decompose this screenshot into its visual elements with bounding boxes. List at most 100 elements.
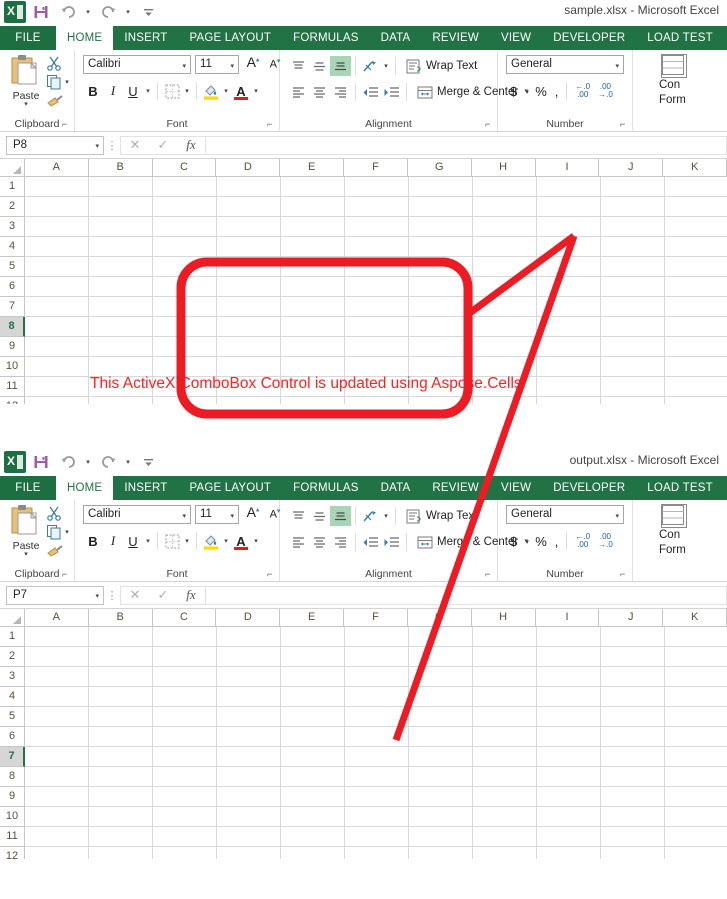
format-painter-button[interactable] [46, 541, 72, 560]
cell-C8[interactable] [153, 767, 217, 787]
formula-input[interactable] [205, 135, 727, 155]
cell-G8[interactable] [409, 767, 473, 787]
cell-B2[interactable] [89, 647, 153, 667]
cell-E11[interactable] [281, 827, 345, 847]
row-header-1[interactable]: 1 [0, 177, 25, 197]
column-header-g[interactable]: G [407, 159, 472, 177]
cell-K1[interactable] [665, 627, 727, 647]
tab-insert[interactable]: INSERT [113, 26, 178, 50]
cell-F6[interactable] [345, 277, 409, 297]
cell-F11[interactable] [345, 827, 409, 847]
cell-H12[interactable] [473, 847, 537, 859]
decrease-decimal-button[interactable]: .00 →.0 [594, 83, 617, 99]
cell-J11[interactable] [601, 377, 665, 397]
font-color-button[interactable]: A [231, 531, 251, 551]
column-header-g[interactable]: G [407, 609, 472, 627]
cell-A7[interactable] [25, 747, 89, 767]
cell-G8[interactable] [409, 317, 473, 337]
tab-page-layout[interactable]: PAGE LAYOUT [178, 26, 282, 50]
insert-function-icon[interactable]: fx [177, 587, 205, 603]
cell-H8[interactable] [473, 767, 537, 787]
formula-bar-handle[interactable]: ⋮ [104, 139, 120, 152]
cell-F2[interactable] [345, 647, 409, 667]
comma-style-button[interactable]: , [551, 81, 563, 101]
cell-J8[interactable] [601, 767, 665, 787]
tab-insert[interactable]: INSERT [113, 476, 178, 500]
cell-G3[interactable] [409, 217, 473, 237]
increase-indent-button[interactable] [381, 82, 402, 102]
italic-button[interactable]: I [103, 81, 123, 101]
cell-C10[interactable] [153, 807, 217, 827]
cell-I7[interactable] [537, 297, 601, 317]
tab-data[interactable]: DATA [370, 476, 422, 500]
cell-E7[interactable] [281, 297, 345, 317]
tab-data[interactable]: DATA [370, 26, 422, 50]
cell-D11[interactable] [217, 827, 281, 847]
row-header-7[interactable]: 7 [0, 747, 25, 767]
cell-G9[interactable] [409, 787, 473, 807]
currency-button[interactable]: $ [506, 81, 521, 101]
cell-D5[interactable] [217, 707, 281, 727]
cell-F8[interactable] [345, 317, 409, 337]
tab-formulas[interactable]: FORMULAS [282, 26, 370, 50]
font-size-caret-icon[interactable]: ▾ [230, 62, 234, 70]
font-color-dropdown-caret[interactable]: ▾ [251, 537, 261, 545]
cell-A3[interactable] [25, 667, 89, 687]
cell-C3[interactable] [153, 667, 217, 687]
cell-K9[interactable] [665, 337, 727, 357]
cell-G2[interactable] [409, 647, 473, 667]
cell-D9[interactable] [217, 787, 281, 807]
align-left-button[interactable] [288, 532, 309, 552]
cell-A12[interactable] [25, 847, 89, 859]
row-header-3[interactable]: 3 [0, 667, 25, 687]
cell-A5[interactable] [25, 257, 89, 277]
cell-H10[interactable] [473, 357, 537, 377]
cell-K3[interactable] [665, 217, 727, 237]
tab-load-test[interactable]: LOAD TEST [636, 26, 724, 50]
cell-C6[interactable] [153, 727, 217, 747]
cell-F6[interactable] [345, 727, 409, 747]
cell-B2[interactable] [89, 197, 153, 217]
row-header-8[interactable]: 8 [0, 767, 25, 787]
underline-dropdown-caret[interactable]: ▾ [143, 537, 153, 545]
column-header-k[interactable]: K [663, 609, 727, 627]
cell-F5[interactable] [345, 707, 409, 727]
comma-style-button[interactable]: , [551, 531, 563, 551]
cell-F4[interactable] [345, 687, 409, 707]
cut-button[interactable] [46, 53, 72, 72]
cell-H5[interactable] [473, 707, 537, 727]
tab-review[interactable]: REVIEW [421, 476, 490, 500]
copy-button[interactable]: ▾ [46, 522, 72, 541]
align-top-button[interactable] [288, 506, 309, 526]
cell-D3[interactable] [217, 217, 281, 237]
align-center-button[interactable] [309, 82, 330, 102]
font-name-input[interactable]: Calibri ▾ [83, 505, 191, 524]
cell-E8[interactable] [281, 317, 345, 337]
column-header-b[interactable]: B [88, 609, 153, 627]
cell-J3[interactable] [601, 217, 665, 237]
cell-H12[interactable] [473, 397, 537, 404]
cell-K4[interactable] [665, 237, 727, 257]
cell-A7[interactable] [25, 297, 89, 317]
cell-B8[interactable] [89, 317, 153, 337]
cell-A8[interactable] [25, 317, 89, 337]
cell-J7[interactable] [601, 297, 665, 317]
cell-A4[interactable] [25, 687, 89, 707]
cell-E9[interactable] [281, 787, 345, 807]
cell-B4[interactable] [89, 687, 153, 707]
row-header-9[interactable]: 9 [0, 337, 25, 357]
cell-G10[interactable] [409, 357, 473, 377]
undo-icon[interactable] [56, 451, 80, 473]
cell-D10[interactable] [217, 807, 281, 827]
cell-I10[interactable] [537, 807, 601, 827]
cell-J3[interactable] [601, 667, 665, 687]
cell-B11[interactable] [89, 827, 153, 847]
underline-button[interactable]: U [123, 81, 143, 101]
cell-G1[interactable] [409, 177, 473, 197]
cell-D1[interactable] [217, 627, 281, 647]
cell-I5[interactable] [537, 707, 601, 727]
cell-H1[interactable] [473, 177, 537, 197]
name-box-caret-icon[interactable]: ▾ [95, 592, 99, 600]
row-header-11[interactable]: 11 [0, 827, 25, 847]
enter-icon[interactable]: ✓ [149, 137, 177, 153]
